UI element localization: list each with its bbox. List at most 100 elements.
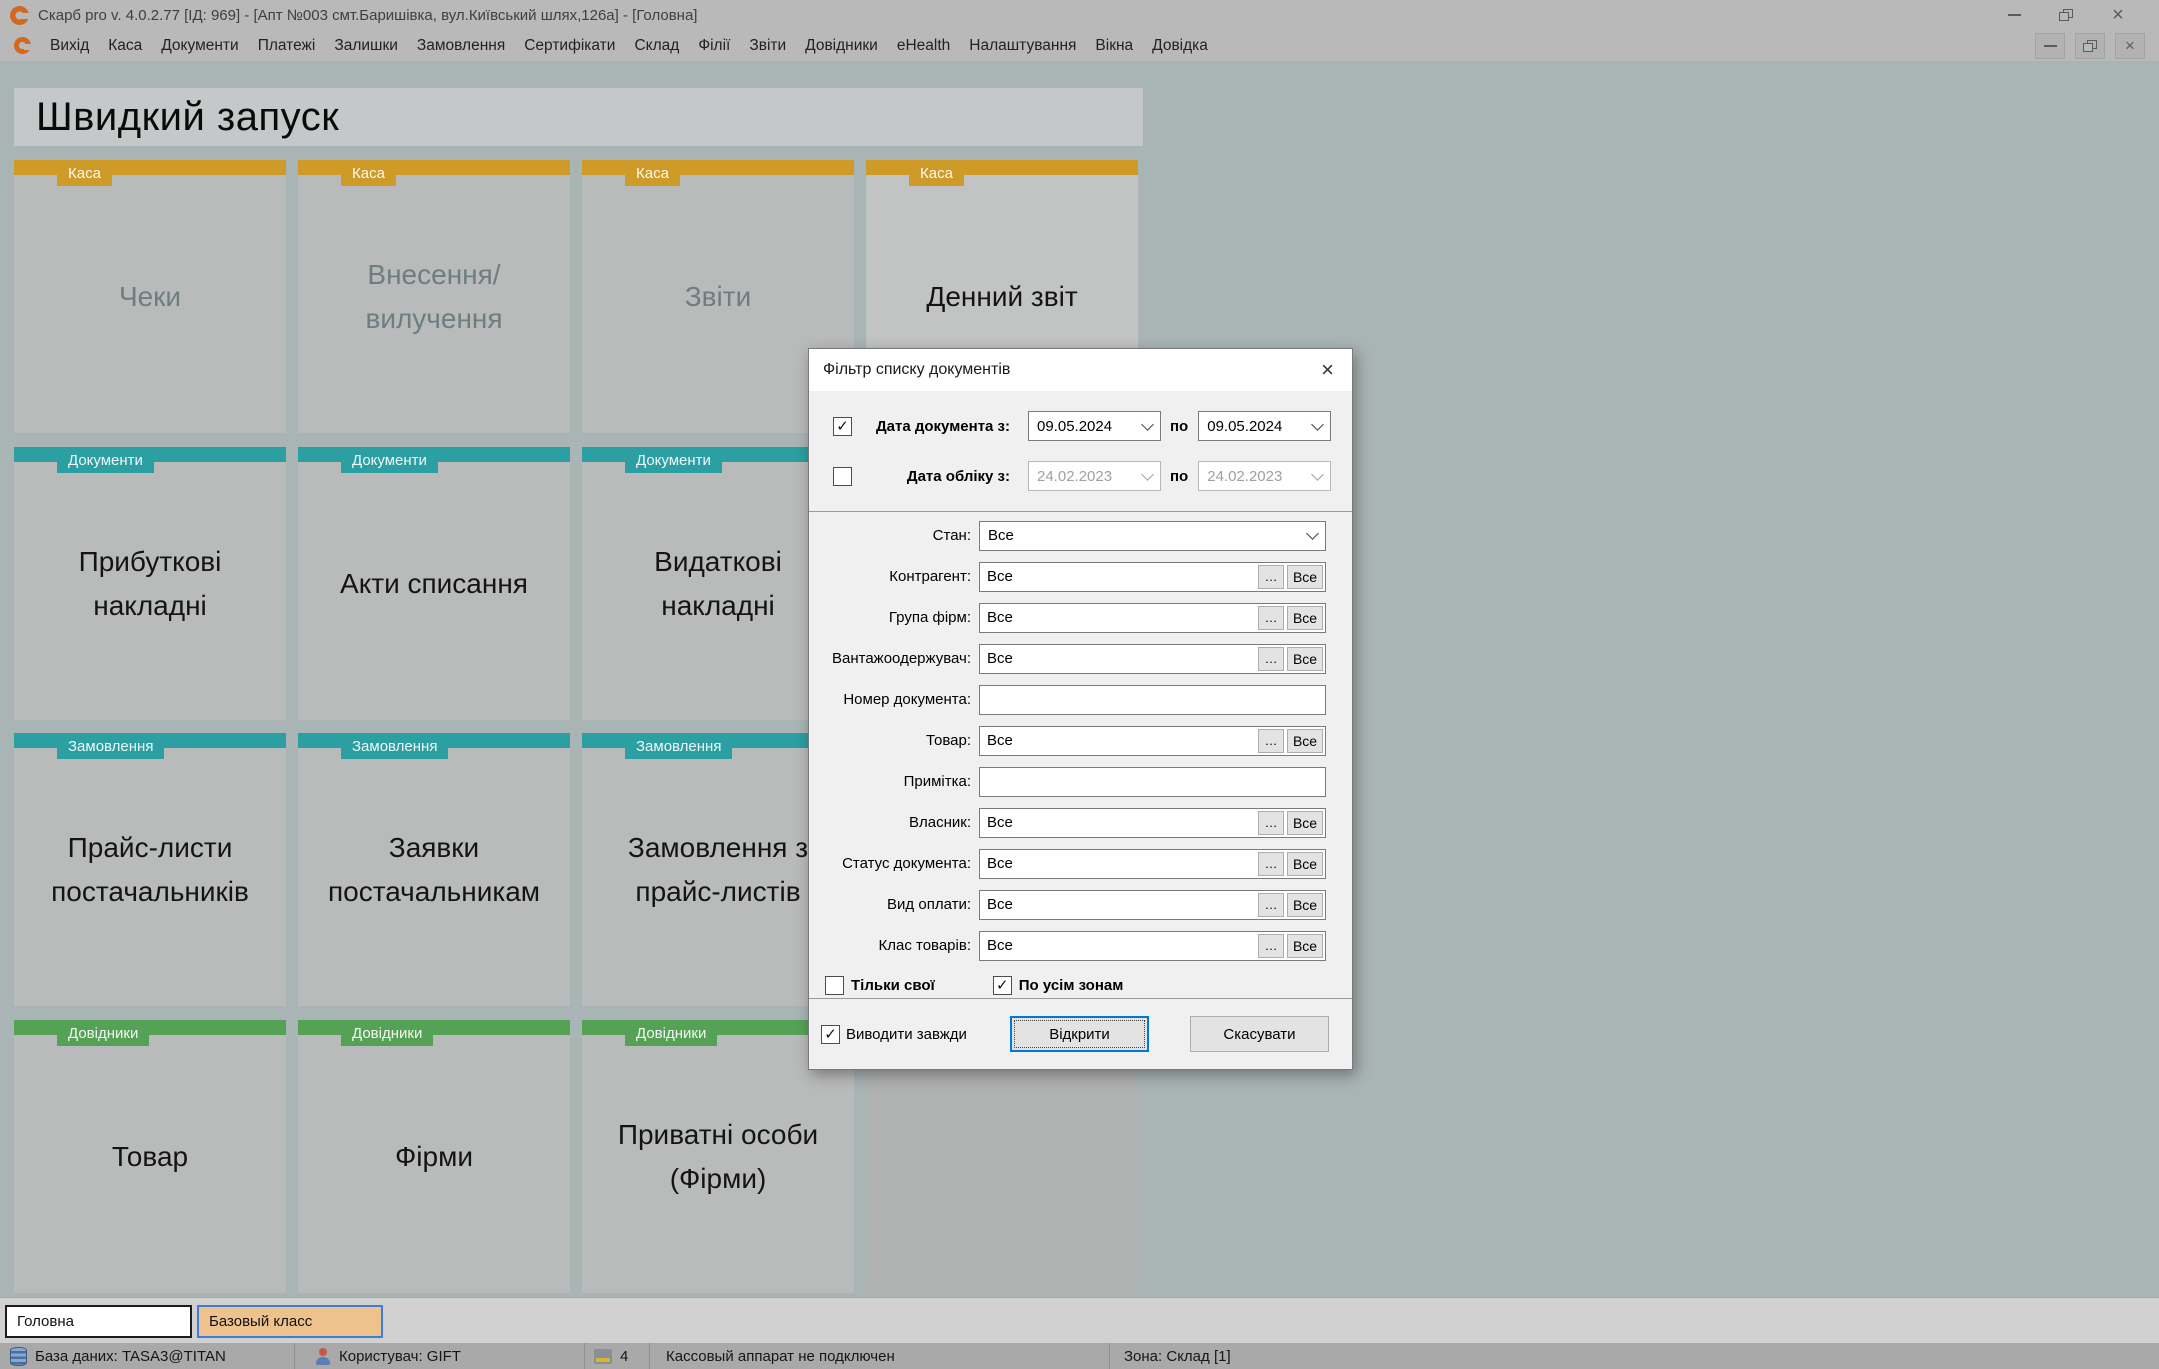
menu-item-payments[interactable]: Платежі	[258, 37, 316, 55]
goods-input[interactable]	[982, 732, 1258, 749]
date-document-checkbox[interactable]: ✓	[833, 416, 852, 436]
menu-item-branches[interactable]: Філії	[698, 37, 730, 55]
goods-browse-button[interactable]: …	[1258, 728, 1284, 753]
tile-category-tag: Довідники	[341, 1020, 434, 1046]
state-combo[interactable]: Все	[979, 520, 1326, 551]
child-restore-icon[interactable]	[2075, 32, 2105, 59]
restore-icon[interactable]	[2053, 4, 2079, 26]
doc-number-input[interactable]	[979, 684, 1326, 715]
menu-item-warehouse[interactable]: Склад	[634, 37, 679, 55]
tile-price-lists[interactable]: Замовлення Прайс-листи постачальників	[14, 733, 286, 1006]
menu-item-orders[interactable]: Замовлення	[417, 37, 505, 55]
tile-label: Товар	[111, 1140, 189, 1172]
note-input[interactable]	[979, 766, 1326, 797]
tile-label: Фірми	[395, 1140, 473, 1172]
consignee-input[interactable]	[982, 650, 1258, 667]
date-to-label: по	[1170, 467, 1189, 485]
payment-type-all-button[interactable]: Все	[1287, 892, 1323, 917]
always-show-checkbox[interactable]: ✓	[821, 1025, 840, 1044]
date-document-label: Дата документа з:	[875, 417, 1010, 435]
firm-group-input[interactable]	[982, 609, 1258, 626]
date-accounting-from-combo[interactable]: 24.02.2023	[1028, 461, 1161, 491]
date-document-row: ✓ Дата документа з: 09.05.2024 по 09.05.…	[809, 401, 1352, 451]
menu-item-documents[interactable]: Документи	[161, 37, 238, 55]
always-show-label: Виводити завжди	[846, 1026, 967, 1043]
tile-label: Внесення/вилучення	[365, 259, 503, 334]
tile-label: Прибуткові накладні	[78, 546, 222, 621]
child-minimize-icon[interactable]	[2035, 32, 2065, 59]
counterparty-all-button[interactable]: Все	[1287, 564, 1323, 589]
doc-status-browse-button[interactable]: …	[1258, 851, 1284, 876]
menu-item-stock[interactable]: Залишки	[334, 37, 398, 55]
doc-status-input[interactable]	[982, 855, 1258, 872]
owner-all-button[interactable]: Все	[1287, 810, 1323, 835]
menu-item-help[interactable]: Довідка	[1152, 37, 1208, 55]
owner-browse-button[interactable]: …	[1258, 810, 1284, 835]
tile-prybutkovi[interactable]: Документи Прибуткові накладні	[14, 447, 286, 720]
date-accounting-to-combo[interactable]: 24.02.2023	[1198, 461, 1332, 491]
tile-vnesennya[interactable]: Каса Внесення/вилучення	[298, 160, 570, 433]
doc-status-all-button[interactable]: Все	[1287, 851, 1323, 876]
open-button[interactable]: Відкрити	[1010, 1016, 1149, 1052]
tile-category-tag: Документи	[625, 447, 722, 473]
tile-akty-spysannya[interactable]: Документи Акти списання	[298, 447, 570, 720]
tile-cheky[interactable]: Каса Чеки	[14, 160, 286, 433]
tile-label: Чеки	[118, 280, 182, 312]
date-accounting-row: Дата обліку з: 24.02.2023 по 24.02.2023	[809, 451, 1352, 501]
firm-group-lookup: … Все	[979, 602, 1326, 633]
consignee-all-button[interactable]: Все	[1287, 646, 1323, 671]
tile-label: Заявки постачальникам	[327, 832, 541, 907]
tab-holovna[interactable]: Головна	[5, 1305, 192, 1338]
cancel-button[interactable]: Скасувати	[1190, 1016, 1329, 1052]
app-window: Скарб pro v. 4.0.2.77 [ІД: 969] - [Апт №…	[0, 0, 2159, 1369]
tile-strip	[298, 1020, 570, 1035]
child-close-icon[interactable]: ×	[2115, 32, 2145, 59]
owner-input[interactable]	[982, 814, 1258, 831]
menu-logo-icon	[14, 37, 33, 54]
all-zones-label: По усім зонам	[1018, 976, 1124, 994]
menu-item-exit[interactable]: Вихід	[50, 37, 89, 55]
only-own-checkbox[interactable]	[825, 975, 844, 995]
menu-item-windows[interactable]: Вікна	[1095, 37, 1133, 55]
tile-tovar[interactable]: Довідники Товар	[14, 1020, 286, 1293]
menu-item-directories[interactable]: Довідники	[805, 37, 878, 55]
field-row-goods-class: Клас товарів: … Все	[809, 925, 1352, 966]
tile-category-tag: Каса	[909, 160, 964, 186]
goods-class-all-button[interactable]: Все	[1287, 933, 1323, 958]
counterparty-browse-button[interactable]: …	[1258, 564, 1284, 589]
status-bar: База даних: TASA3@TITAN Користувач: GIFT…	[0, 1343, 2159, 1369]
payment-type-input[interactable]	[982, 896, 1258, 913]
tile-zayavky[interactable]: Замовлення Заявки постачальникам	[298, 733, 570, 1006]
date-accounting-checkbox[interactable]	[833, 466, 852, 486]
tile-firmy[interactable]: Довідники Фірми	[298, 1020, 570, 1293]
minimize-icon[interactable]	[2001, 4, 2027, 26]
goods-class-browse-button[interactable]: …	[1258, 933, 1284, 958]
date-document-from-combo[interactable]: 09.05.2024	[1028, 411, 1161, 441]
tile-strip	[298, 160, 570, 175]
chevron-down-icon	[1311, 467, 1325, 481]
status-user: Користувач: GIFT	[295, 1343, 585, 1369]
field-row-note: Примітка:	[809, 761, 1352, 802]
menu-item-reports[interactable]: Звіти	[749, 37, 786, 55]
menu-item-kasa[interactable]: Каса	[108, 37, 142, 55]
firm-group-browse-button[interactable]: …	[1258, 605, 1284, 630]
cash-register-icon	[594, 1348, 612, 1364]
date-document-to-combo[interactable]: 09.05.2024	[1198, 411, 1332, 441]
menu-item-ehealth[interactable]: eHealth	[897, 37, 950, 55]
all-zones-checkbox[interactable]: ✓	[992, 975, 1012, 995]
firm-group-all-button[interactable]: Все	[1287, 605, 1323, 630]
menu-item-settings[interactable]: Налаштування	[969, 37, 1076, 55]
message-label: Кассовый аппарат не подключен	[666, 1347, 895, 1365]
goods-class-input[interactable]	[982, 937, 1258, 954]
counterparty-input[interactable]	[982, 568, 1258, 585]
dialog-close-icon[interactable]: ×	[1317, 359, 1338, 381]
payment-type-browse-button[interactable]: …	[1258, 892, 1284, 917]
tile-category-tag: Документи	[57, 447, 154, 473]
close-icon[interactable]: ×	[2105, 4, 2131, 26]
tab-bazovyi-klass[interactable]: Базовый класс	[197, 1305, 383, 1338]
goods-all-button[interactable]: Все	[1287, 728, 1323, 753]
goods-class-lookup: … Все	[979, 930, 1326, 961]
consignee-browse-button[interactable]: …	[1258, 646, 1284, 671]
window-controls: ×	[2001, 4, 2149, 26]
menu-item-certificates[interactable]: Сертифікати	[524, 37, 615, 55]
